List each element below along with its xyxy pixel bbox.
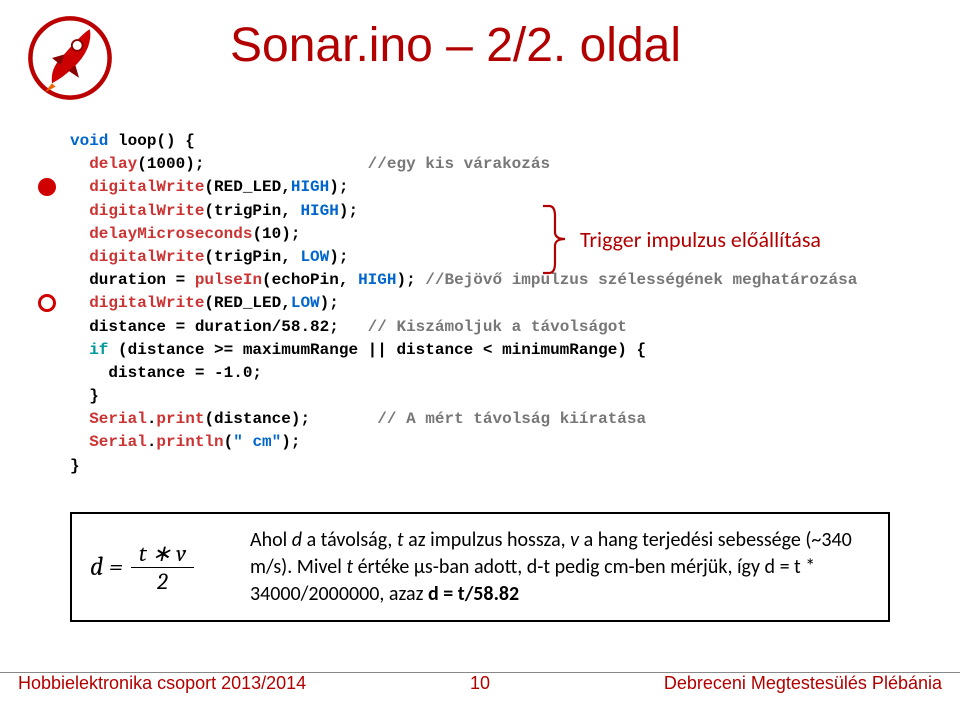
brace-icon [535,202,575,277]
fn-delay: delay [70,155,137,173]
red-dot-icon [38,178,56,196]
fraction: t ∗ v 2 [131,540,194,595]
page-title: Sonar.ino – 2/2. oldal [230,18,681,73]
header-row: Sonar.ino – 2/2. oldal [0,0,960,108]
comment: //Bejövő impulzus szélességének meghatár… [425,271,857,289]
footer: Hobbielektronika csoport 2013/2014 10 De… [0,672,960,694]
kw-void: void [70,132,118,150]
comment: // A mért távolság kiíratása [377,410,646,428]
footer-left: Hobbielektronika csoport 2013/2014 [18,673,306,694]
kw-if: if [70,341,108,359]
code-block: void loop() { delay(1000); //egy kis vár… [70,130,900,478]
trigger-annotation: Trigger impulzus előállítása [580,224,821,256]
comment: //egy kis várakozás [368,155,550,173]
formula-explanation: Ahol d a távolság, t az impulzus hossza,… [250,527,870,608]
formula-box: d = t ∗ v 2 Ahol d a távolság, t az impu… [70,512,890,622]
fn-loop: loop [118,132,156,150]
slide: Sonar.ino – 2/2. oldal void loop() { del… [0,0,960,702]
footer-right: Debreceni Megtestesülés Plébánia [664,673,942,694]
footer-page-number: 10 [470,673,490,694]
formula-equation: d = t ∗ v 2 [90,540,220,595]
comment: // Kiszámoljuk a távolságot [368,318,627,336]
red-ring-icon [38,294,56,312]
rocket-logo [20,8,120,108]
